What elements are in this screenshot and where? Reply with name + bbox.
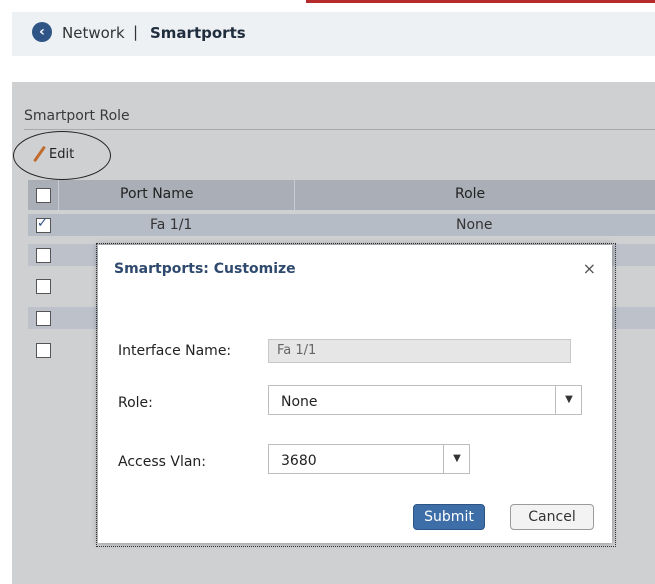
close-icon[interactable]: × xyxy=(583,259,596,278)
port-name-cell: Fa 1/1 xyxy=(150,217,193,233)
row-checkbox[interactable] xyxy=(36,248,51,263)
access-vlan-label: Access Vlan: xyxy=(118,454,207,470)
interface-name-label: Interface Name: xyxy=(118,343,232,359)
access-vlan-select[interactable]: 3680 ▼ xyxy=(268,444,470,474)
cancel-button[interactable]: Cancel xyxy=(510,504,594,530)
row-checkbox[interactable] xyxy=(36,311,51,326)
annotation-circle xyxy=(13,131,111,180)
role-label: Role: xyxy=(118,395,153,411)
access-vlan-value: 3680 xyxy=(281,453,317,469)
row-checkbox[interactable] xyxy=(36,216,51,233)
column-divider xyxy=(58,180,59,210)
interface-name-field: Fa 1/1 xyxy=(268,339,571,363)
role-select[interactable]: None ▼ xyxy=(268,385,582,415)
top-accent-bar xyxy=(306,0,655,3)
select-all-checkbox[interactable] xyxy=(36,188,51,203)
chevron-down-icon[interactable]: ▼ xyxy=(555,386,582,414)
table-header: Port Name Role xyxy=(28,180,655,210)
customize-dialog: Smartports: Customize × Interface Name: … xyxy=(98,245,612,543)
breadcrumb-separator: | xyxy=(133,23,139,41)
role-cell: None xyxy=(456,217,493,233)
column-divider xyxy=(294,180,295,210)
breadcrumb-network[interactable]: Network xyxy=(62,24,125,42)
header-spacer xyxy=(12,56,655,82)
role-select-value: None xyxy=(281,394,318,410)
dialog-title: Smartports: Customize xyxy=(114,261,296,277)
back-icon[interactable]: ‹ xyxy=(32,22,52,42)
page-header: ‹ Network | Smartports xyxy=(12,12,655,56)
section-divider xyxy=(24,129,655,130)
page-title: Smartports xyxy=(150,24,246,42)
chevron-down-icon[interactable]: ▼ xyxy=(443,445,470,473)
column-role[interactable]: Role xyxy=(455,186,485,202)
row-checkbox[interactable] xyxy=(36,343,51,358)
column-port-name[interactable]: Port Name xyxy=(120,186,194,202)
row-checkbox[interactable] xyxy=(36,279,51,294)
section-title: Smartport Role xyxy=(24,108,130,124)
submit-button[interactable]: Submit xyxy=(413,504,485,530)
table-row[interactable]: Fa 1/1 None xyxy=(28,214,655,236)
